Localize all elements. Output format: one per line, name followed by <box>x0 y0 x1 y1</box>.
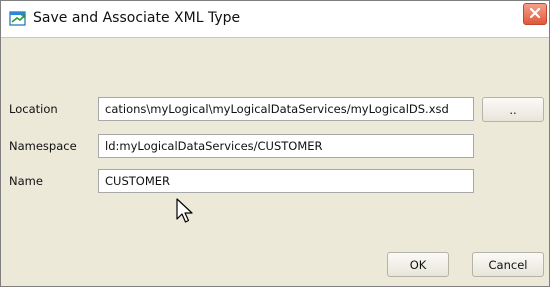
xml-type-icon <box>9 10 27 28</box>
title-bar: Save and Associate XML Type <box>1 1 549 38</box>
browse-button[interactable]: .. <box>482 97 544 122</box>
name-label: Name <box>9 174 43 188</box>
save-associate-xml-dialog: Save and Associate XML Type Location cat… <box>0 0 550 287</box>
namespace-field[interactable]: ld:myLogicalDataServices/CUSTOMER <box>98 134 474 158</box>
name-field[interactable]: CUSTOMER <box>98 169 474 193</box>
location-field[interactable]: cations\myLogical\myLogicalDataServices/… <box>98 97 474 121</box>
close-button[interactable] <box>523 3 547 25</box>
mouse-pointer-icon <box>175 198 195 226</box>
dialog-title: Save and Associate XML Type <box>33 10 241 26</box>
cancel-button[interactable]: Cancel <box>472 252 544 277</box>
location-label: Location <box>9 102 58 116</box>
close-icon <box>529 7 541 22</box>
namespace-label: Namespace <box>9 139 77 153</box>
ok-button[interactable]: OK <box>387 252 449 277</box>
